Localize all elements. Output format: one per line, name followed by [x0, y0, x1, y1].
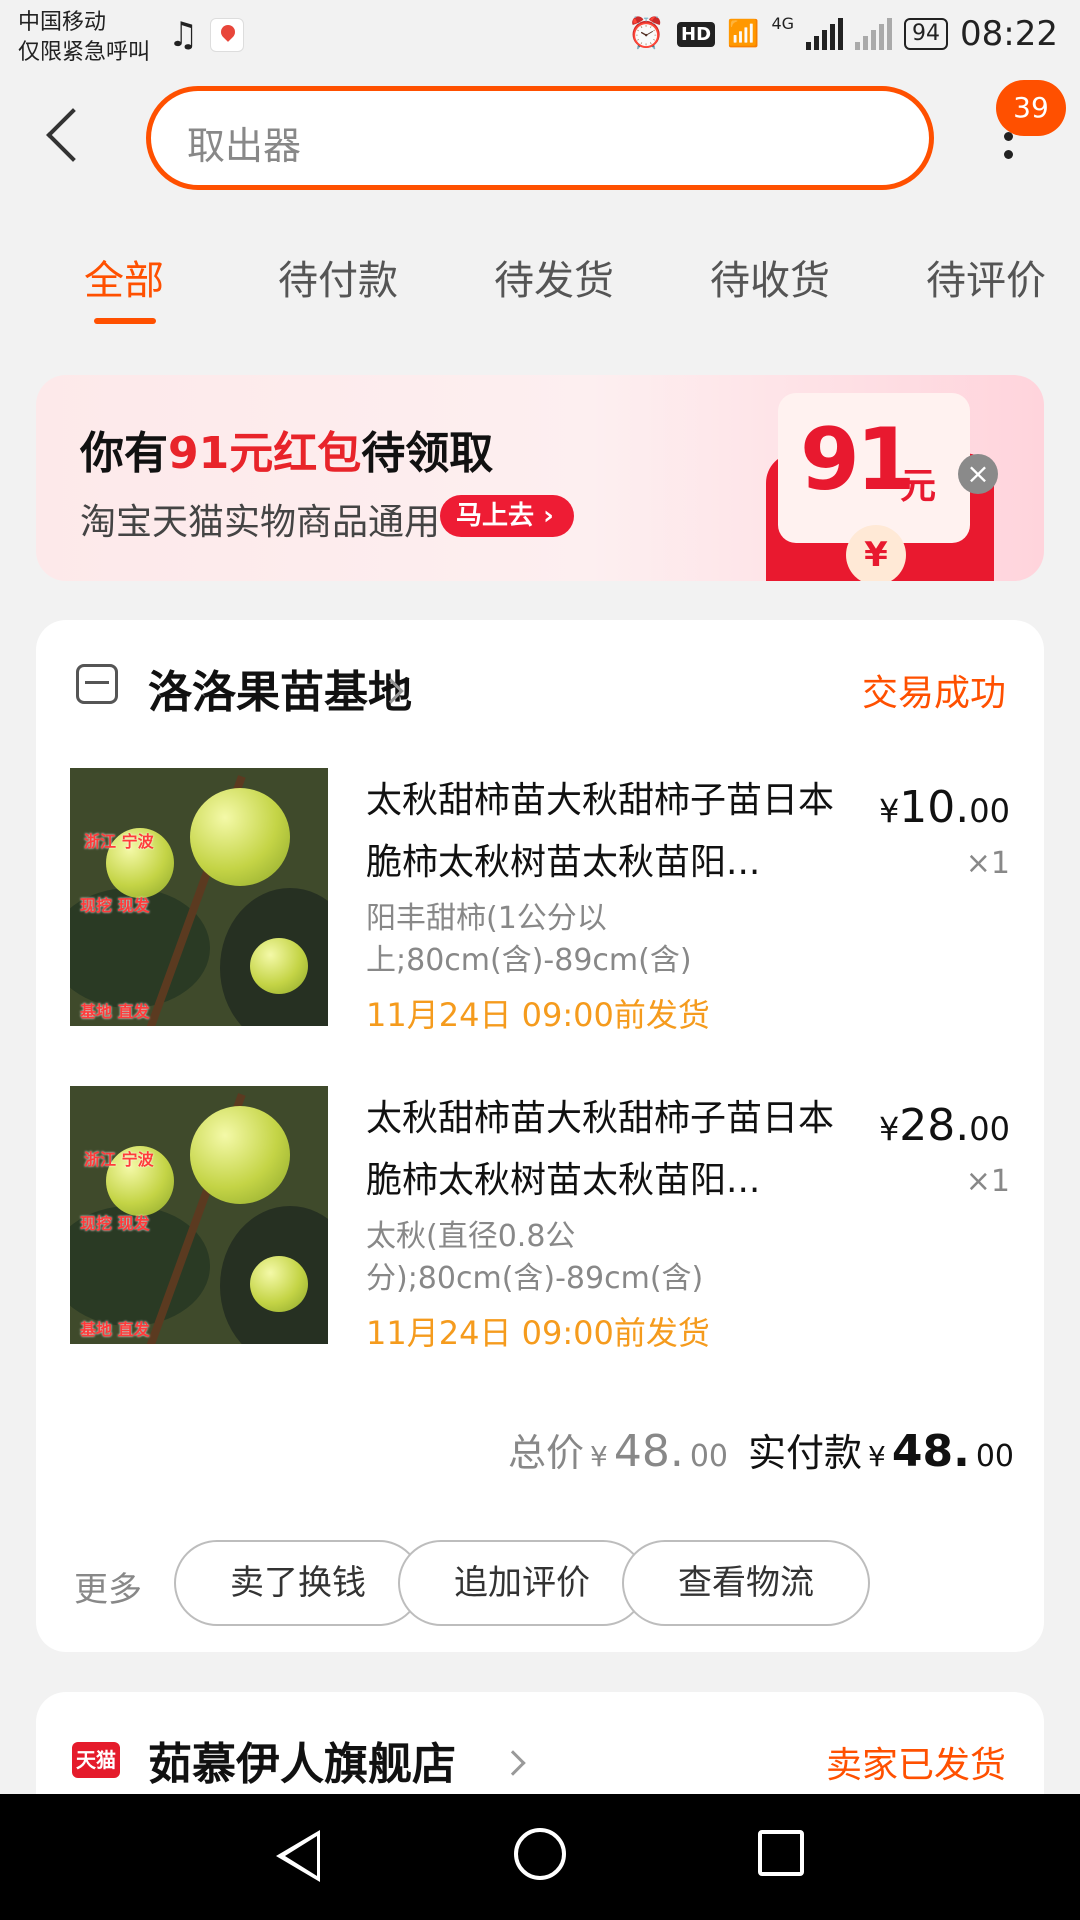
product-image[interactable]: 浙江 宁波 现挖 现发 基地 直发 — [70, 768, 328, 1026]
wifi-icon: 📶 — [727, 19, 760, 49]
shop-name[interactable]: 洛洛果苗基地 — [148, 656, 412, 720]
order-item[interactable]: 浙江 宁波 现挖 现发 基地 直发 太秋甜柿苗大秋甜柿子苗日本脆柿太秋树苗太秋苗… — [70, 1086, 1010, 1352]
alarm-icon: ⏰ — [627, 16, 666, 51]
tab-pending-receipt[interactable]: 待收货 — [710, 248, 830, 306]
map-app-icon — [210, 18, 245, 52]
system-nav-bar — [0, 1794, 1080, 1920]
product-image[interactable]: 浙江 宁波 现挖 现发 基地 直发 — [70, 1086, 328, 1344]
close-icon[interactable]: × — [958, 454, 998, 494]
carrier-status: 仅限紧急呼叫 — [18, 40, 151, 65]
product-sku: 阳丰甜柿(1公分以上;80cm(含)-89cm(含) — [366, 901, 692, 978]
carrier-info: 中国移动 仅限紧急呼叫 — [18, 8, 150, 68]
chevron-right-icon[interactable] — [500, 1750, 526, 1776]
search-query: 取出器 — [187, 124, 302, 168]
order-status: 交易成功 — [861, 673, 1006, 714]
view-logistics-button[interactable]: 查看物流 — [622, 1540, 870, 1626]
envelope-amount: 91 — [800, 410, 916, 510]
search-input[interactable]: 取出器 — [146, 86, 934, 190]
total-amount: 48. — [613, 1426, 684, 1477]
status-icons: ⏰ HD 📶 4G 94 08:22 — [628, 14, 1058, 54]
yuan-coin-icon: ¥ — [846, 525, 906, 581]
notification-icons: ♫ — [168, 15, 245, 55]
product-title: 太秋甜柿苗大秋甜柿子苗日本脆柿太秋树苗太秋苗阳... — [366, 1098, 835, 1201]
paid-label: 实付款 — [748, 1431, 863, 1475]
nav-home-icon[interactable] — [514, 1828, 566, 1880]
nav-back-icon[interactable] — [276, 1830, 320, 1882]
item-price: ¥28.00 — [878, 1100, 1010, 1151]
shop-name[interactable]: 茹慕伊人旗舰店 — [148, 1728, 456, 1792]
resell-button[interactable]: 卖了换钱 — [174, 1540, 422, 1626]
tab-pending-shipment[interactable]: 待发货 — [494, 248, 614, 306]
battery-icon: 94 — [904, 18, 949, 50]
go-now-button[interactable]: 马上去 › — [440, 495, 574, 537]
clock: 08:22 — [960, 14, 1058, 54]
ship-deadline: 11月24日 09:00前发货 — [366, 996, 710, 1034]
order-item[interactable]: 浙江 宁波 现挖 现发 基地 直发 太秋甜柿苗大秋甜柿子苗日本脆柿太秋树苗太秋苗… — [70, 768, 1010, 1034]
item-price: ¥10.00 — [878, 782, 1010, 833]
tab-all[interactable]: 全部 — [84, 248, 164, 306]
red-envelope-graphic: 91 元 ¥ — [766, 393, 994, 581]
network-type: 4G — [771, 14, 795, 33]
order-totals: 总价 ¥48. 00 实付款 ¥48. 00 — [508, 1422, 1014, 1477]
nav-recents-icon[interactable] — [758, 1830, 804, 1876]
banner-highlight: 91元红包 — [168, 428, 362, 479]
hd-icon: HD — [677, 21, 716, 47]
product-sku: 太秋(直径0.8公分);80cm(含)-89cm(含) — [366, 1219, 704, 1296]
music-note-icon: ♫ — [168, 15, 199, 55]
message-count-badge[interactable]: 39 — [996, 80, 1066, 136]
ship-deadline: 11月24日 09:00前发货 — [366, 1314, 710, 1352]
item-quantity: ×1 — [965, 1164, 1010, 1199]
carrier-name: 中国移动 — [18, 10, 107, 35]
item-quantity: ×1 — [965, 846, 1010, 881]
search-header: 取出器 39 — [0, 78, 1080, 196]
red-packet-banner[interactable]: 你有91元红包待领取 淘宝天猫实物商品通用 马上去 › 91 元 ¥ — [36, 375, 1044, 581]
banner-title: 你有91元红包待领取 — [80, 428, 494, 479]
add-review-button[interactable]: 追加评价 — [398, 1540, 646, 1626]
tmall-icon: 天猫 — [72, 1742, 120, 1778]
more-actions-link[interactable]: 更多 — [74, 1562, 142, 1611]
order-card[interactable]: 洛洛果苗基地 交易成功 浙江 宁波 现挖 现发 基地 直发 太秋甜柿苗大秋甜柿子… — [36, 620, 1044, 1652]
shop-icon — [76, 664, 118, 704]
tab-pending-payment[interactable]: 待付款 — [278, 248, 398, 306]
total-label: 总价 — [508, 1431, 585, 1475]
signal-no-sim-icon — [855, 18, 893, 50]
envelope-unit: 元 — [900, 466, 937, 507]
paid-amount: 48. — [891, 1426, 970, 1477]
product-title: 太秋甜柿苗大秋甜柿子苗日本脆柿太秋树苗太秋苗阳... — [366, 780, 835, 883]
back-icon[interactable] — [44, 102, 88, 172]
signal-icon — [806, 18, 844, 50]
order-tabs: 全部 待付款 待发货 待收货 待评价 — [0, 240, 1080, 326]
tab-pending-review[interactable]: 待评价 — [926, 248, 1046, 306]
order-status: 卖家已发货 — [825, 1745, 1006, 1786]
status-bar: 中国移动 仅限紧急呼叫 ♫ ⏰ HD 📶 4G 94 08:22 — [0, 0, 1080, 78]
active-tab-indicator — [94, 318, 156, 324]
banner-subtitle: 淘宝天猫实物商品通用 — [80, 502, 441, 543]
